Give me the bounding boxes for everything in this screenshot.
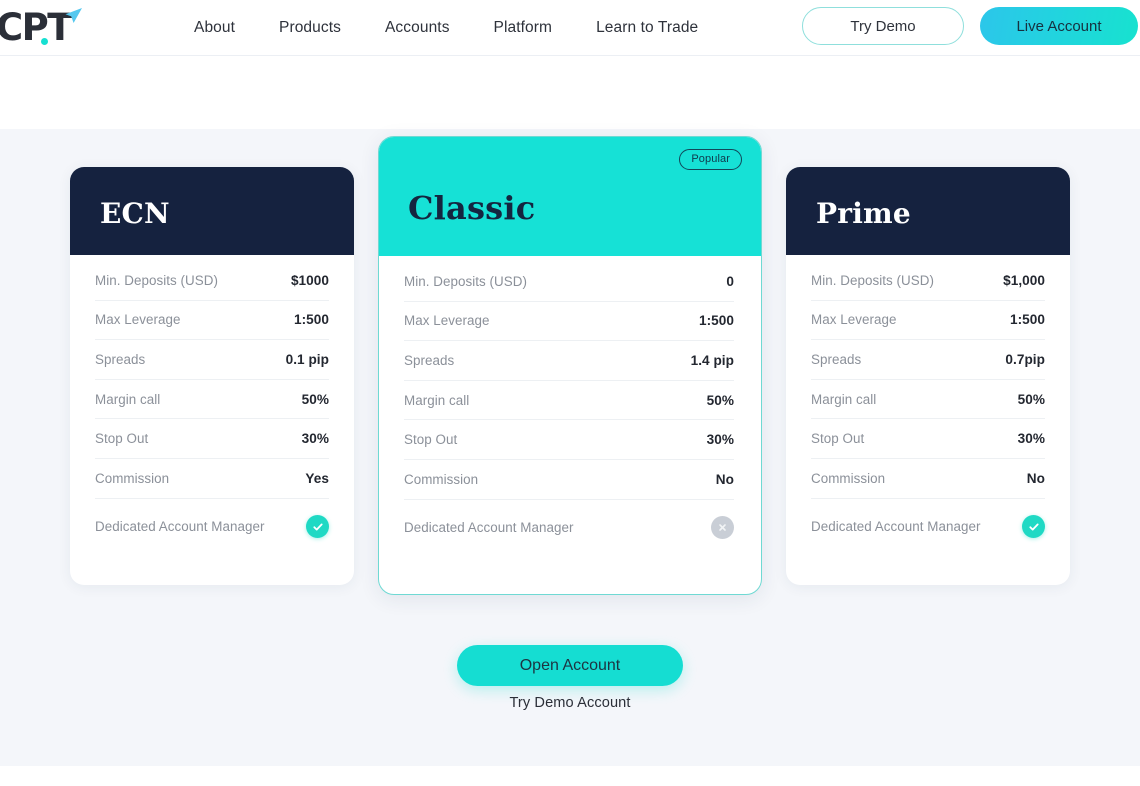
open-account-button[interactable]: Open Account bbox=[457, 645, 683, 686]
try-demo-button[interactable]: Try Demo bbox=[802, 7, 964, 45]
table-row: Min. Deposits (USD) $1000 bbox=[95, 261, 329, 301]
status-badge-popular[interactable]: Popular bbox=[679, 149, 742, 170]
table-row: Dedicated Account Manager bbox=[811, 499, 1045, 555]
nav-link-platform[interactable]: Platform bbox=[472, 13, 575, 43]
table-row: Min. Deposits (USD) 0 bbox=[404, 262, 734, 302]
paper-plane-icon bbox=[63, 7, 83, 25]
table-row: Max Leverage 1:500 bbox=[95, 301, 329, 341]
row-value: 1:500 bbox=[1009, 312, 1045, 328]
row-value: 0.7pip bbox=[1005, 351, 1045, 367]
table-row: Dedicated Account Manager bbox=[404, 500, 734, 556]
table-row: Min. Deposits (USD) $1,000 bbox=[811, 261, 1045, 301]
nav-link-products[interactable]: Products bbox=[257, 13, 363, 43]
nav-link-accounts[interactable]: Accounts bbox=[363, 13, 472, 43]
card-body-prime: Min. Deposits (USD) $1,000 Max Leverage … bbox=[786, 255, 1070, 585]
check-circle-icon bbox=[306, 515, 329, 539]
row-label: Min. Deposits (USD) bbox=[404, 273, 527, 289]
close-circle-icon bbox=[711, 516, 734, 540]
pricing-cards: ECN Min. Deposits (USD) $1000 Max Levera… bbox=[0, 136, 1140, 595]
table-row: Stop Out 30% bbox=[811, 419, 1045, 459]
try-demo-account-link[interactable]: Try Demo Account bbox=[509, 695, 630, 711]
table-row: Stop Out 30% bbox=[95, 419, 329, 459]
row-value: No bbox=[715, 471, 734, 487]
row-label: Spreads bbox=[404, 352, 455, 368]
row-value: 30% bbox=[1017, 431, 1045, 447]
row-label: Max Leverage bbox=[811, 312, 897, 328]
row-value: Yes bbox=[305, 470, 329, 486]
row-value: 30% bbox=[301, 431, 329, 447]
row-value: 0.1 pip bbox=[285, 351, 329, 367]
cta-group: Open Account Try Demo Account bbox=[0, 645, 1140, 711]
row-label: Min. Deposits (USD) bbox=[95, 272, 218, 288]
row-label: Spreads bbox=[811, 351, 862, 367]
table-row: Dedicated Account Manager bbox=[95, 499, 329, 555]
account-types-section: ECN Min. Deposits (USD) $1000 Max Levera… bbox=[0, 129, 1140, 766]
table-row: Commission Yes bbox=[95, 459, 329, 499]
row-label: Max Leverage bbox=[404, 313, 490, 329]
row-label: Dedicated Account Manager bbox=[404, 520, 574, 536]
table-row: Spreads 1.4 pip bbox=[404, 341, 734, 381]
check-circle-icon bbox=[1022, 515, 1045, 539]
row-value: 50% bbox=[301, 391, 329, 407]
row-label: Min. Deposits (USD) bbox=[811, 272, 934, 288]
row-label: Stop Out bbox=[404, 432, 458, 448]
header-actions: Try Demo Live Account bbox=[802, 7, 1138, 45]
table-row: Spreads 0.1 pip bbox=[95, 340, 329, 380]
table-row: Commission No bbox=[811, 459, 1045, 499]
row-value: $1,000 bbox=[1003, 272, 1045, 288]
row-value: No bbox=[1026, 470, 1045, 486]
row-value: 50% bbox=[706, 392, 734, 408]
table-row: Margin call 50% bbox=[95, 380, 329, 420]
row-label: Dedicated Account Manager bbox=[811, 519, 981, 535]
card-title-classic: Classic bbox=[408, 188, 536, 227]
site-header: CPT About Products Accounts Platform Lea… bbox=[0, 0, 1140, 56]
card-header-classic: Popular Classic bbox=[379, 137, 761, 256]
account-card-classic[interactable]: Popular Classic Min. Deposits (USD) 0 Ma… bbox=[378, 136, 762, 595]
card-body-classic: Min. Deposits (USD) 0 Max Leverage 1:500… bbox=[379, 256, 761, 594]
card-header-ecn: ECN bbox=[70, 167, 354, 255]
table-row: Max Leverage 1:500 bbox=[811, 301, 1045, 341]
nav-link-learn-to-trade[interactable]: Learn to Trade bbox=[574, 13, 720, 43]
card-title-ecn: ECN bbox=[100, 196, 170, 230]
brand-dot-icon bbox=[41, 37, 48, 45]
table-row: Margin call 50% bbox=[811, 380, 1045, 420]
card-header-prime: Prime bbox=[786, 167, 1070, 255]
row-label: Dedicated Account Manager bbox=[95, 519, 265, 535]
brand-logo-text: CPT bbox=[0, 6, 73, 49]
row-value: 1:500 bbox=[293, 312, 329, 328]
table-row: Stop Out 30% bbox=[404, 420, 734, 460]
live-account-button[interactable]: Live Account bbox=[980, 7, 1138, 45]
account-card-ecn[interactable]: ECN Min. Deposits (USD) $1000 Max Levera… bbox=[70, 167, 354, 585]
table-row: Commission No bbox=[404, 460, 734, 500]
card-body-ecn: Min. Deposits (USD) $1000 Max Leverage 1… bbox=[70, 255, 354, 585]
row-label: Commission bbox=[95, 470, 170, 486]
row-label: Margin call bbox=[811, 391, 877, 407]
row-value: 50% bbox=[1017, 391, 1045, 407]
row-value: 0 bbox=[726, 273, 734, 289]
row-value: 1:500 bbox=[698, 313, 734, 329]
table-row: Max Leverage 1:500 bbox=[404, 302, 734, 342]
row-label: Commission bbox=[811, 470, 886, 486]
row-value: $1000 bbox=[290, 272, 329, 288]
row-label: Stop Out bbox=[811, 431, 865, 447]
row-label: Margin call bbox=[95, 391, 161, 407]
brand-logo[interactable]: CPT bbox=[0, 5, 96, 51]
footer-strip bbox=[0, 766, 1140, 786]
account-card-prime[interactable]: Prime Min. Deposits (USD) $1,000 Max Lev… bbox=[786, 167, 1070, 585]
row-label: Max Leverage bbox=[95, 312, 181, 328]
table-row: Spreads 0.7pip bbox=[811, 340, 1045, 380]
row-label: Commission bbox=[404, 471, 479, 487]
hero-spacer bbox=[0, 56, 1140, 129]
row-label: Margin call bbox=[404, 392, 470, 408]
row-label: Spreads bbox=[95, 351, 146, 367]
table-row: Margin call 50% bbox=[404, 381, 734, 421]
row-value: 1.4 pip bbox=[690, 352, 734, 368]
main-navigation: About Products Accounts Platform Learn t… bbox=[172, 13, 720, 43]
row-value: 30% bbox=[706, 432, 734, 448]
page-root: CPT About Products Accounts Platform Lea… bbox=[0, 0, 1140, 786]
nav-link-about[interactable]: About bbox=[172, 13, 257, 43]
row-label: Stop Out bbox=[95, 431, 149, 447]
card-title-prime: Prime bbox=[816, 196, 911, 230]
